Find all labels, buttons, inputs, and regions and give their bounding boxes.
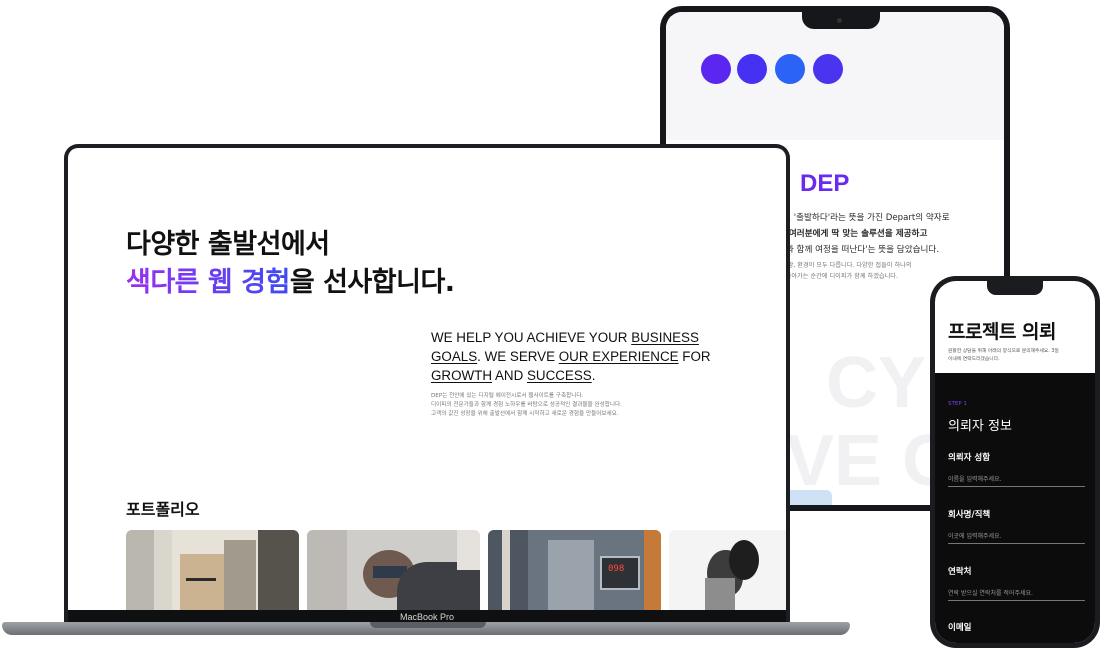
- field-label-name: 의뢰자 성함: [948, 453, 991, 463]
- laptop-device: 다양한 출발선에서 색다른 웹 경험을 선사합니다. WE HELP YOU A…: [64, 144, 790, 622]
- tablet-intro-line: 고 나아가는 순간에 디이피가 함께 하겠습니다.: [778, 273, 898, 280]
- tablet-intro-line: 는 여러분에게 딱 맞는 솔루션을 제공하고: [778, 229, 928, 239]
- portfolio-thumbnail-person[interactable]: [307, 530, 480, 618]
- tablet-intro-line: , 상황, 환경이 모두 다릅니다. 다양한 접들이 하나의: [778, 262, 912, 269]
- brand-dot-2: [737, 54, 767, 84]
- hero-headline-line-1: 다양한 출발선에서: [126, 229, 330, 260]
- machine-counter-display: 098: [608, 564, 625, 574]
- brand-dot-4: [813, 54, 843, 84]
- macbook-label: MacBook Pro: [399, 612, 455, 622]
- name-input[interactable]: [948, 472, 1085, 487]
- brand-dot-3: [775, 54, 805, 84]
- tablet-intro-line: 객과 함께 여정을 떠난다'는 뜻을 담았습니다.: [778, 245, 940, 255]
- phone-device: 프로젝트 의뢰 원활한 상담을 위해 아래의 양식으로 문의해주세요. 3일 이…: [930, 276, 1100, 648]
- tagline-underlined: OUR EXPERIENCE: [558, 349, 679, 364]
- tablet-brand-title: DEP: [800, 170, 850, 197]
- contact-input[interactable]: [948, 586, 1085, 601]
- portfolio-thumbnail-machine[interactable]: 098: [488, 530, 661, 618]
- tagline-text: WE HELP YOU ACHIEVE YOUR: [431, 330, 632, 345]
- project-request-title: 프로젝트 의뢰: [948, 321, 1057, 343]
- tagline-text: FOR: [678, 349, 711, 364]
- phone-screen: 프로젝트 의뢰 원활한 상담을 위해 아래의 양식으로 문의해주세요. 3일 이…: [935, 281, 1095, 643]
- tagline-underlined: GROWTH: [431, 368, 492, 383]
- tagline-text: . WE SERVE: [477, 349, 559, 364]
- laptop-base: [2, 622, 850, 635]
- tablet-intro-line: 다', '출발하다'라는 뜻을 가진 Depart의 약자로: [778, 213, 950, 223]
- tagline-text: .: [591, 368, 596, 383]
- project-request-subtitle: 이내에 연락드리겠습니다.: [948, 357, 1000, 362]
- portfolio-thumbnail-portrait[interactable]: [669, 530, 786, 618]
- field-label-contact: 연락처: [948, 567, 972, 577]
- project-request-subtitle: 원활한 상담을 위해 아래의 양식으로 문의해주세요. 3일: [948, 349, 1059, 354]
- tablet-camera-notch: [802, 12, 880, 29]
- tagline-underlined: SUCCESS: [526, 368, 592, 383]
- laptop-opening-notch: [370, 622, 486, 628]
- field-label-company: 회사명/직책: [948, 510, 991, 520]
- tablet-floating-button[interactable]: [786, 490, 832, 505]
- hero-headline-line-2: 색다른 웹 경험을 선사합니다.: [126, 260, 455, 299]
- tagline: WE HELP YOU ACHIEVE YOUR BUSINESS GOALS.…: [431, 328, 721, 385]
- company-input[interactable]: [948, 529, 1085, 544]
- field-label-email: 이메일: [948, 623, 972, 633]
- tagline-text: AND: [492, 368, 527, 383]
- laptop-screen: 다양한 출발선에서 색다른 웹 경험을 선사합니다. WE HELP YOU A…: [68, 148, 786, 622]
- hero-headline-rest: 을 선사합니다.: [289, 267, 455, 298]
- form-section-title: 의뢰자 정보: [948, 419, 1012, 434]
- hero-accent-text: 색다른 웹 경험: [126, 267, 290, 298]
- brand-dot-1: [701, 54, 731, 84]
- step-label: STEP 1: [948, 401, 967, 407]
- about-paragraph-line: 디이피의 전문가들과 함께 경험 노하우를 바탕으로 성공적인 결과물을 완성합…: [431, 402, 622, 408]
- phone-notch: [987, 281, 1043, 295]
- tablet-background-word: CY: [826, 343, 927, 423]
- portfolio-thumbnail-interior[interactable]: [126, 530, 299, 618]
- tablet-hero-band: [666, 12, 1004, 140]
- portfolio-heading: 포트폴리오: [126, 500, 200, 519]
- about-paragraph-line: DEP는 천안에 있는 디지털 에이전시로서 웹사이트를 구축합니다.: [431, 393, 584, 399]
- about-paragraph-line: 고객의 값진 성장을 위해 출발선에서 함께 시작하고 새로운 경험을 만들어보…: [431, 411, 619, 417]
